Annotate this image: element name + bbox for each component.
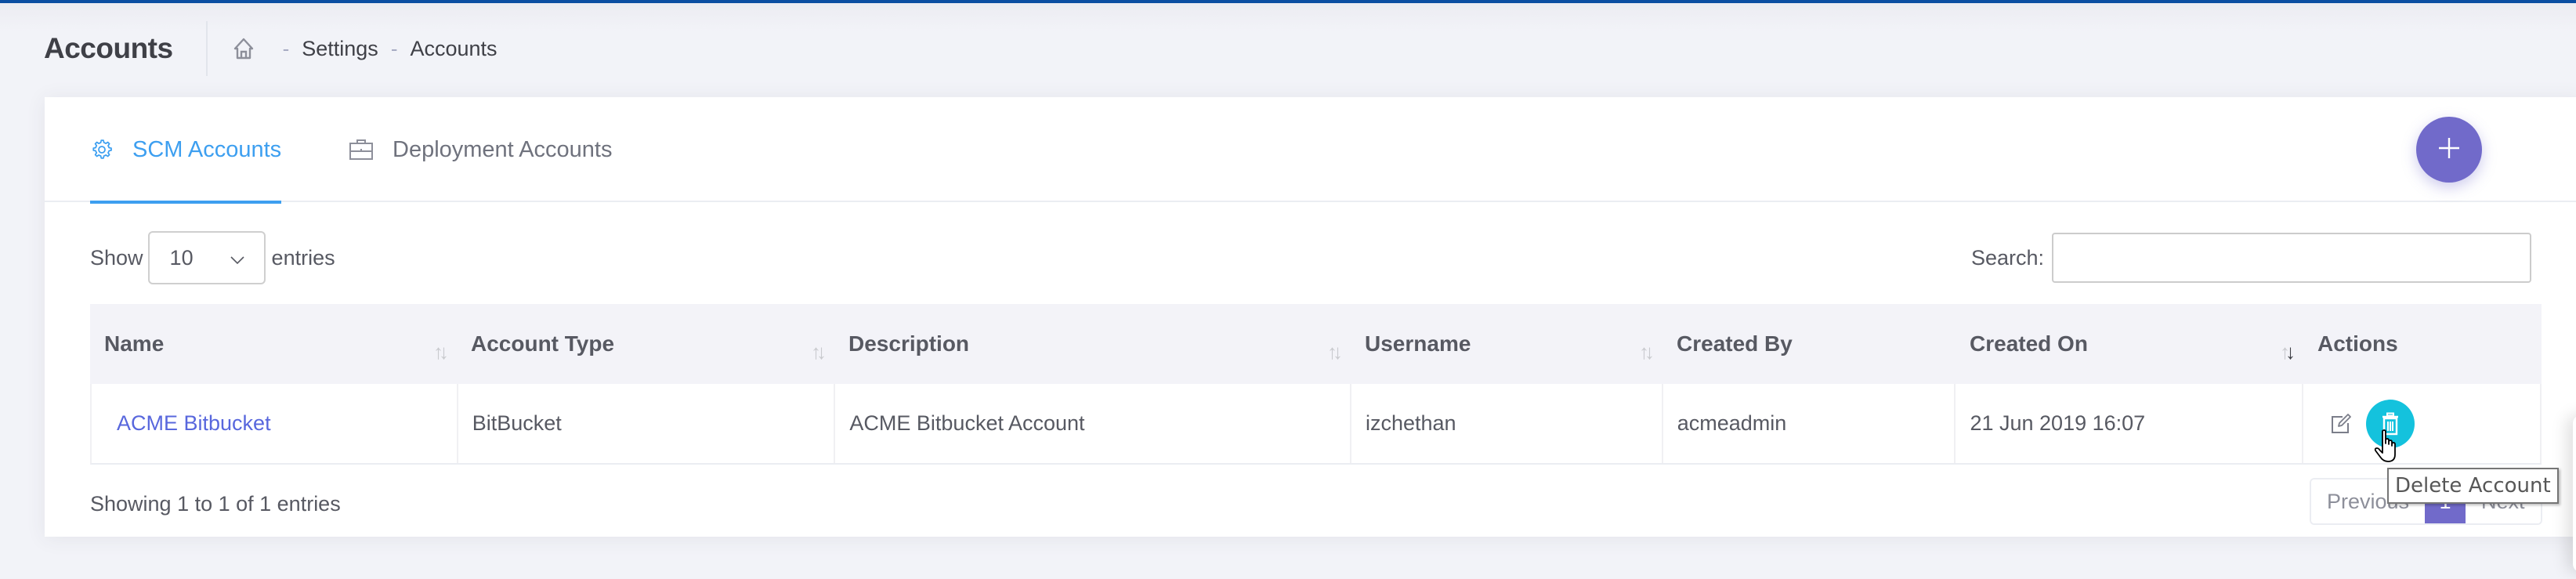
search-label: Search: <box>1971 245 2045 270</box>
column-header-actions: Actions <box>2303 304 2542 384</box>
cell-description: ACME Bitbucket Account <box>835 384 1351 463</box>
subheader-divider <box>205 21 208 76</box>
length-prefix: Show <box>90 245 143 270</box>
briefcase-icon <box>349 138 374 161</box>
tab-label: SCM Accounts <box>132 136 282 162</box>
tab-label: Deployment Accounts <box>393 136 613 162</box>
table-row: ACME Bitbucket BitBucket ACME Bitbucket … <box>90 384 2542 465</box>
column-label: Description <box>848 331 970 356</box>
tab-deployment-accounts[interactable]: Deployment Accounts <box>349 97 612 202</box>
sort-icon[interactable]: ↑↓ <box>811 340 827 364</box>
column-header-account-type[interactable]: Account Type ↑↓ <box>457 304 834 384</box>
breadcrumb-separator: - <box>390 36 398 60</box>
cell-account-type: BitBucket <box>458 384 836 463</box>
cell-username: izchethan <box>1351 384 1663 463</box>
sort-icon[interactable]: ↑↓ <box>1639 340 1655 364</box>
subheader: Accounts - Settings - Accounts <box>44 20 497 77</box>
cell-created-by: acmeadmin <box>1663 384 1956 463</box>
search-input[interactable] <box>2052 233 2532 283</box>
edit-icon <box>2332 413 2352 433</box>
column-label: Name <box>104 331 165 356</box>
breadcrumb-separator: - <box>282 36 290 60</box>
gear-icon <box>90 138 114 161</box>
column-label: Actions <box>2317 331 2398 356</box>
delete-account-tooltip: Delete Account <box>2387 468 2559 504</box>
table-header: Name ↑↓ Account Type ↑↓ Description ↑↓ U… <box>90 304 2542 384</box>
edit-button[interactable] <box>2325 408 2357 440</box>
sort-desc-icon[interactable]: ↑↓ <box>2280 340 2296 364</box>
sort-icon[interactable]: ↑↓ <box>1327 340 1343 364</box>
column-header-description[interactable]: Description ↑↓ <box>834 304 1351 384</box>
sort-icon[interactable]: ↑↓ <box>433 340 449 364</box>
column-label: Username <box>1365 331 1471 356</box>
hand-cursor-icon <box>2374 429 2401 468</box>
accounts-card: SCM Accounts Deployment Accounts Show 10… <box>45 97 2576 537</box>
page-title: Accounts <box>44 32 173 64</box>
column-header-username[interactable]: Username ↑↓ <box>1351 304 1662 384</box>
home-icon[interactable] <box>231 36 256 61</box>
chevron-down-icon <box>230 246 245 270</box>
top-bar <box>0 0 2576 3</box>
accounts-table: Name ↑↓ Account Type ↑↓ Description ↑↓ U… <box>90 304 2542 465</box>
column-header-created-by: Created By <box>1662 304 1956 384</box>
breadcrumb-accounts[interactable]: Accounts <box>410 37 497 61</box>
cell-name: ACME Bitbucket <box>92 384 458 463</box>
column-header-created-on[interactable]: Created On ↑↓ <box>1956 304 2303 384</box>
table-info: Showing 1 to 1 of 1 entries <box>90 492 341 516</box>
search-control: Search: <box>1971 232 2532 284</box>
column-label: Created By <box>1677 331 1793 356</box>
entries-select[interactable]: 10 <box>147 231 266 284</box>
breadcrumb: - Settings - Accounts <box>231 36 497 61</box>
length-suffix: entries <box>271 245 335 270</box>
tab-scm-accounts[interactable]: SCM Accounts <box>90 97 282 204</box>
column-label: Account Type <box>471 331 615 356</box>
cell-actions <box>2303 384 2542 463</box>
add-account-button[interactable] <box>2416 117 2482 183</box>
column-label: Created On <box>1970 331 2088 356</box>
side-panel-edge <box>2573 415 2576 572</box>
column-header-name[interactable]: Name ↑↓ <box>90 304 457 384</box>
breadcrumb-settings[interactable]: Settings <box>302 37 378 61</box>
tabs: SCM Accounts Deployment Accounts <box>45 97 2576 204</box>
cell-created-on: 21 Jun 2019 16:07 <box>1956 384 2304 463</box>
plus-icon <box>2437 136 2461 164</box>
entries-select-value: 10 <box>169 245 194 270</box>
account-name-link[interactable]: ACME Bitbucket <box>117 411 271 436</box>
length-control: Show 10 entries <box>90 231 335 284</box>
